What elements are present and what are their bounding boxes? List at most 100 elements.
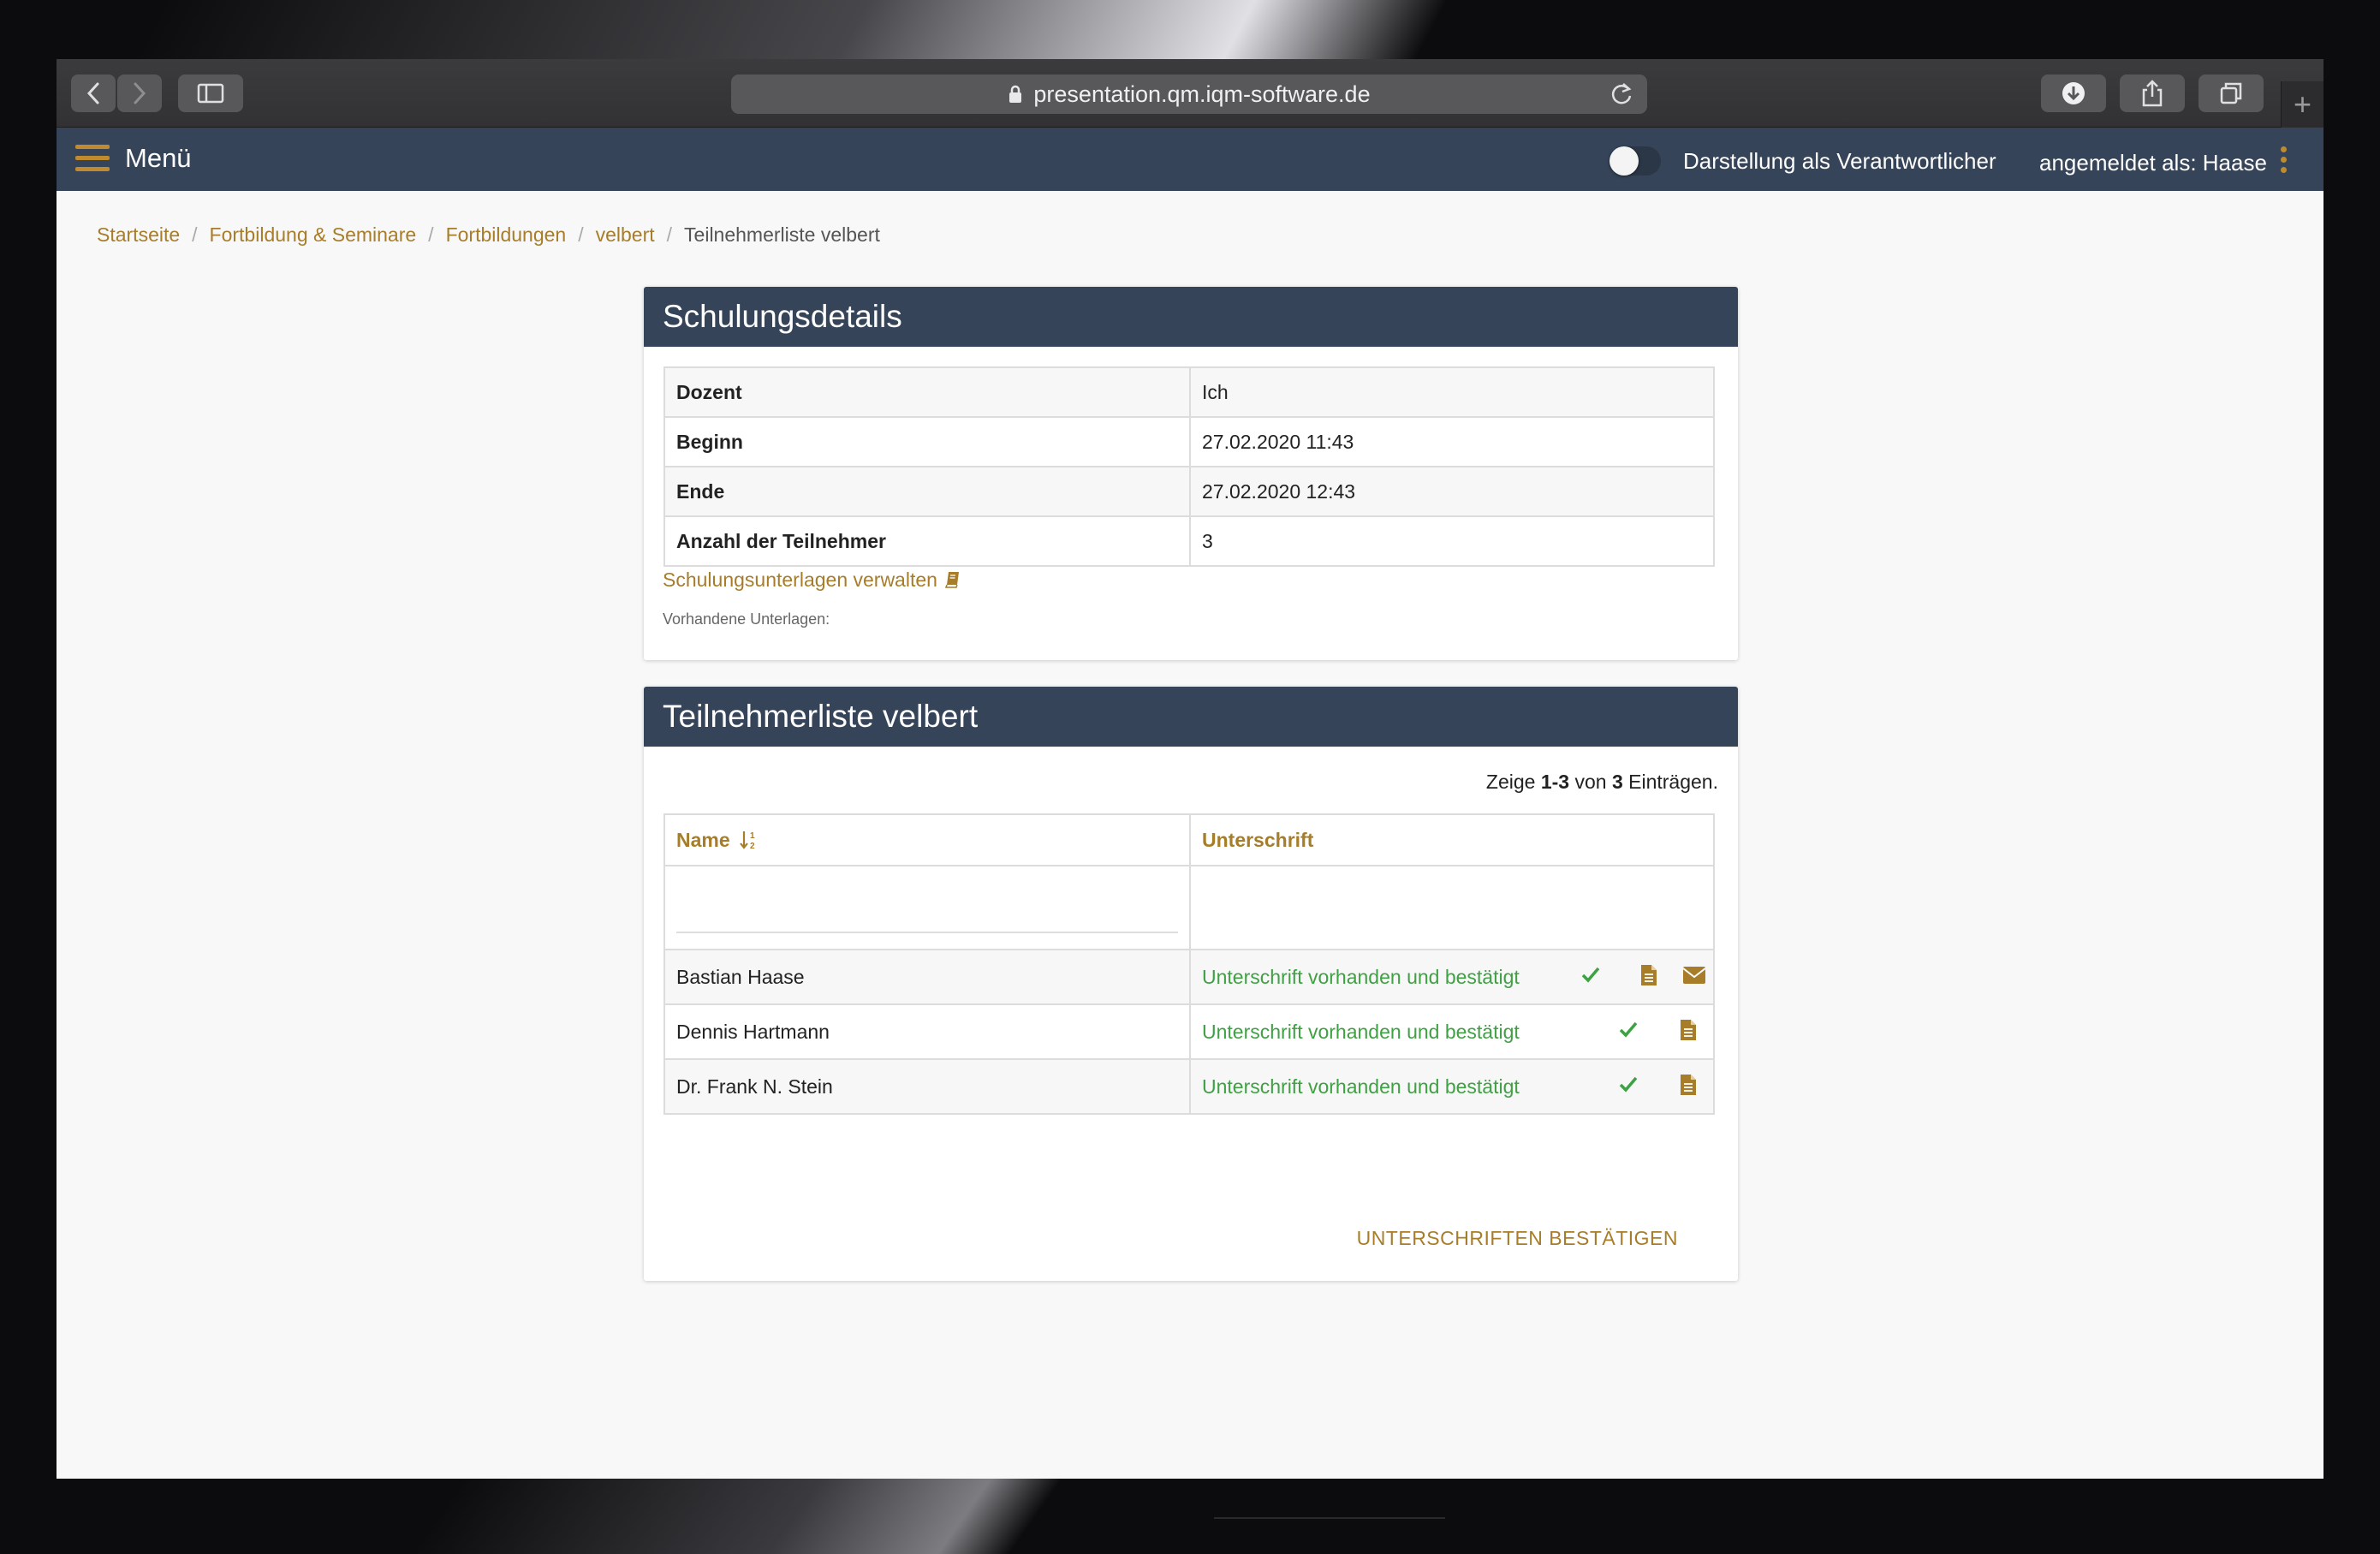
count-range: 1-3 [1540, 771, 1570, 793]
name-column-label: Name [676, 828, 730, 851]
menu-label: Menü [125, 143, 192, 173]
participant-list-card: Teilnehmerliste velbert Zeige 1-3 von 3 … [644, 687, 1738, 1281]
details-row-lecturer: Dozent Ich [663, 366, 1715, 418]
breadcrumb-fortbildungen[interactable]: Fortbildungen [446, 223, 567, 247]
existing-documents-label: Vorhandene Unterlagen: [663, 610, 830, 628]
download-icon [2062, 82, 2085, 104]
count-suffix: Einträgen. [1622, 771, 1718, 793]
svg-text:1: 1 [750, 831, 755, 841]
count-prefix: Zeige [1485, 771, 1541, 793]
check-icon [1619, 1076, 1638, 1093]
breadcrumb: Startseite / Fortbildung & Seminare / Fo… [97, 223, 880, 247]
hamburger-icon [75, 143, 110, 174]
table-header-row: Name 12 Unterschrift [663, 813, 1715, 866]
breadcrumb-separator: / [428, 223, 434, 246]
table-row: Dr. Frank N. Stein Unterschrift vorhande… [663, 1058, 1715, 1115]
signature-column-label: Unterschrift [1202, 828, 1314, 851]
details-value: Ich [1189, 366, 1715, 418]
address-bar[interactable]: presentation.qm.iqm-software.de [731, 74, 1647, 114]
name-filter-cell [663, 865, 1191, 950]
document-icon[interactable] [1639, 964, 1658, 986]
document-icon[interactable] [1679, 1074, 1698, 1096]
device-reflection-bottom [391, 1477, 1064, 1554]
signature-column-header[interactable]: Unterschrift [1189, 813, 1715, 866]
breadcrumb-velbert[interactable]: velbert [596, 223, 655, 247]
book-icon [945, 572, 960, 588]
signature-cell: Unterschrift vorhanden und bestätigt [1189, 949, 1715, 1005]
count-mid: von [1569, 771, 1612, 793]
logged-in-user: angemeldet als: Haase [2039, 150, 2267, 176]
device-frame: presentation.qm.iqm-software.de + Menü D… [0, 0, 2380, 1554]
new-tab-button[interactable]: + [2281, 81, 2323, 128]
confirm-signatures-button[interactable]: UNTERSCHRIFTEN BESTÄTIGEN [1357, 1227, 1678, 1250]
breadcrumb-separator: / [192, 223, 198, 246]
signature-cell: Unterschrift vorhanden und bestätigt [1189, 1003, 1715, 1060]
app-header: Menü Darstellung als Verantwortlicher an… [57, 128, 2323, 191]
details-row-participant-count: Anzahl der Teilnehmer 3 [663, 515, 1715, 567]
browser-window: presentation.qm.iqm-software.de + Menü D… [57, 59, 2323, 1479]
details-value: 27.02.2020 12:43 [1189, 466, 1715, 517]
device-bezel-mark [1214, 1517, 1445, 1522]
manage-materials-link[interactable]: Schulungsunterlagen verwalten [663, 569, 961, 592]
details-row-start: Beginn 27.02.2020 11:43 [663, 416, 1715, 467]
more-options-icon[interactable] [2281, 146, 2289, 174]
name-filter-input[interactable] [676, 899, 1178, 933]
training-details-title: Schulungsdetails [644, 287, 1738, 347]
breadcrumb-separator: / [666, 223, 673, 246]
details-value: 27.02.2020 11:43 [1189, 416, 1715, 467]
responsible-view-label: Darstellung als Verantwortlicher [1683, 148, 1996, 174]
chevron-left-icon [86, 82, 99, 104]
tabs-icon [2220, 82, 2242, 104]
plus-icon: + [2293, 86, 2312, 122]
sidebar-toggle-button[interactable] [178, 74, 243, 112]
chevron-right-icon [134, 82, 146, 104]
breadcrumb-separator: / [578, 223, 584, 246]
breadcrumb-fortbildung-seminare[interactable]: Fortbildung & Seminare [210, 223, 417, 247]
forward-button[interactable] [117, 74, 162, 112]
count-total: 3 [1611, 771, 1623, 793]
participant-list-title: Teilnehmerliste velbert [644, 687, 1738, 747]
url-text: presentation.qm.iqm-software.de [1033, 80, 1371, 107]
reload-icon[interactable] [1609, 81, 1633, 107]
details-key: Dozent [663, 366, 1191, 418]
signature-status: Unterschrift vorhanden und bestätigt [1202, 965, 1520, 988]
menu-button[interactable]: Menü [75, 143, 192, 174]
signature-cell: Unterschrift vorhanden und bestätigt [1189, 1058, 1715, 1115]
details-key: Ende [663, 466, 1191, 517]
envelope-icon[interactable] [1682, 966, 1706, 985]
breadcrumb-current: Teilnehmerliste velbert [684, 223, 880, 246]
details-value: 3 [1189, 515, 1715, 567]
share-icon [2142, 80, 2163, 107]
details-row-end: Ende 27.02.2020 12:43 [663, 466, 1715, 517]
share-button[interactable] [2120, 74, 2185, 112]
downloads-button[interactable] [2041, 74, 2106, 112]
responsible-view-toggle[interactable] [1609, 146, 1661, 176]
tabs-overview-button[interactable] [2199, 74, 2264, 112]
check-icon [1581, 967, 1600, 983]
entry-count: Zeige 1-3 von 3 Einträgen. [1486, 771, 1718, 794]
signature-filter-cell [1189, 865, 1715, 950]
back-button[interactable] [71, 74, 116, 112]
sort-ascending-icon[interactable]: 12 [740, 830, 759, 851]
details-key: Beginn [663, 416, 1191, 467]
participant-name: Bastian Haase [663, 949, 1191, 1005]
participant-name: Dennis Hartmann [663, 1003, 1191, 1060]
training-details-card: Schulungsdetails Dozent Ich Beginn 27.02… [644, 287, 1738, 660]
manage-materials-label: Schulungsunterlagen verwalten [663, 569, 937, 591]
sidebar-icon [197, 83, 224, 104]
signature-status: Unterschrift vorhanden und bestätigt [1202, 1020, 1520, 1043]
table-row: Bastian Haase Unterschrift vorhanden und… [663, 949, 1715, 1005]
name-column-header[interactable]: Name 12 [663, 813, 1191, 866]
lock-icon [1009, 85, 1022, 103]
signature-status: Unterschrift vorhanden und bestätigt [1202, 1075, 1520, 1098]
document-icon[interactable] [1679, 1019, 1698, 1041]
svg-text:2: 2 [750, 842, 755, 850]
participant-table: Name 12 Unterschrift Bastian Haase Unter… [663, 813, 1715, 1115]
breadcrumb-startseite[interactable]: Startseite [97, 223, 180, 247]
participant-name: Dr. Frank N. Stein [663, 1058, 1191, 1115]
table-row: Dennis Hartmann Unterschrift vorhanden u… [663, 1003, 1715, 1060]
check-icon [1619, 1021, 1638, 1038]
toggle-knob [1609, 146, 1639, 176]
training-details-table: Dozent Ich Beginn 27.02.2020 11:43 Ende … [663, 366, 1715, 567]
details-key: Anzahl der Teilnehmer [663, 515, 1191, 567]
